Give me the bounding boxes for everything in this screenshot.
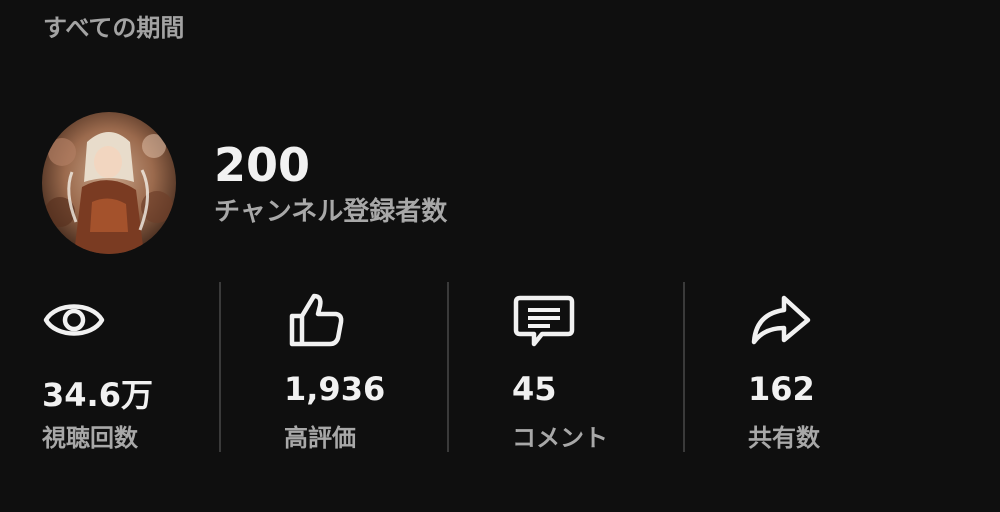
stat-value: 162 xyxy=(748,370,815,408)
stat-shares[interactable]: 162 共有数 xyxy=(748,288,820,452)
stat-label: コメント xyxy=(512,424,608,452)
subscriber-count: 200 xyxy=(214,138,311,192)
period-label[interactable]: すべての期間 xyxy=(43,8,184,43)
stat-label: 視聴回数 xyxy=(42,424,138,452)
subscriber-label: チャンネル登録者数 xyxy=(214,197,448,227)
divider xyxy=(219,282,221,452)
comment-icon xyxy=(512,288,576,352)
divider xyxy=(447,282,449,452)
share-icon xyxy=(748,288,812,352)
stat-label: 共有数 xyxy=(748,424,820,452)
eye-icon xyxy=(42,288,106,352)
stat-comments[interactable]: 45 コメント xyxy=(512,288,608,452)
subscriber-block: 200 チャンネル登録者数 xyxy=(214,137,447,229)
stat-value: 1,936 xyxy=(284,370,386,408)
stats-screen: すべての期間 200 チャンネル登録者数 34.6万 視聴回数 1,936 高評… xyxy=(0,0,1000,512)
thumbs-up-icon xyxy=(284,288,348,352)
divider xyxy=(683,282,685,452)
stat-views[interactable]: 34.6万 視聴回数 xyxy=(42,288,153,452)
stat-value: 34.6万 xyxy=(42,376,153,414)
stat-label: 高評価 xyxy=(284,424,356,452)
stat-likes[interactable]: 1,936 高評価 xyxy=(284,288,385,452)
channel-avatar[interactable] xyxy=(42,112,176,254)
stat-value: 45 xyxy=(512,370,557,408)
channel-summary: 200 チャンネル登録者数 xyxy=(42,112,447,254)
